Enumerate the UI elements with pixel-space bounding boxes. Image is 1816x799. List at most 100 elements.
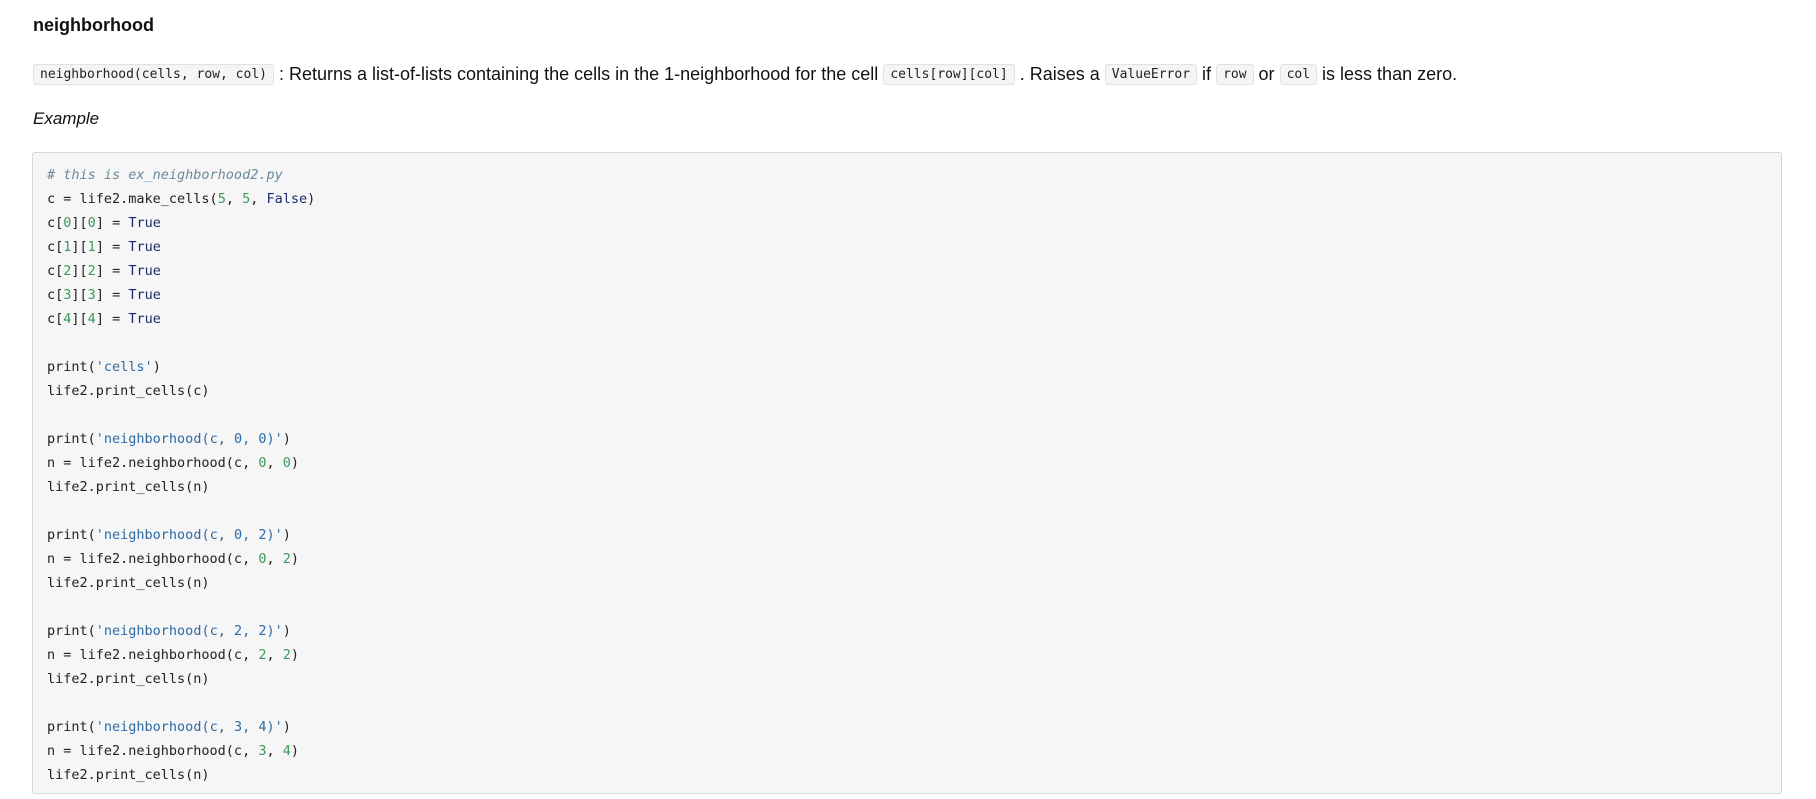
code-token: life2.print_cells(n) [47, 575, 210, 591]
code-lines: # this is ex_neighborhood2.pyc = life2.m… [47, 163, 315, 787]
code-token: ) [282, 719, 291, 735]
code-token: 5 [217, 191, 226, 207]
inline-code: ValueError [1104, 64, 1198, 85]
code-line: n = life2.neighborhood(c, 0, 0) [47, 451, 315, 475]
code-token: ) [290, 647, 300, 663]
code-token: n = life2.neighborhood(c, [47, 743, 259, 759]
code-token: ) [282, 623, 291, 639]
code-token: True [128, 239, 161, 255]
description-text: : Returns a list-of-lists containing the… [273, 64, 884, 84]
code-token: 'neighborhood(c, 0, 2)' [95, 527, 283, 543]
code-token: ) [282, 431, 291, 447]
code-line: # this is ex_neighborhood2.py [47, 163, 315, 187]
code-token: c[ [47, 263, 64, 279]
description-text: . Raises a [1014, 64, 1105, 84]
code-line: print('neighborhood(c, 2, 2)') [47, 619, 315, 643]
code-token: n = life2.neighborhood(c, [47, 551, 259, 567]
code-token: # this is ex_neighborhood2.py [47, 167, 283, 183]
code-line: life2.print_cells(c) [47, 379, 315, 403]
code-token: ][ [71, 263, 88, 279]
code-token: 'neighborhood(c, 2, 2)' [95, 623, 283, 639]
code-token: n = life2.neighborhood(c, [47, 455, 259, 471]
example-label: Example [33, 109, 100, 128]
code-token: 2 [87, 263, 96, 279]
code-token: life2.print_cells(n) [47, 671, 210, 687]
code-line: c[4][4] = True [47, 307, 315, 331]
inline-code: row [1216, 64, 1254, 85]
code-token: True [128, 311, 161, 327]
code-token: c[ [47, 215, 64, 231]
code-token: print( [47, 359, 96, 375]
code-token: 'neighborhood(c, 3, 4)' [95, 719, 283, 735]
code-line: n = life2.neighborhood(c, 0, 2) [47, 547, 315, 571]
code-token: 0 [282, 455, 291, 471]
code-token: 4 [282, 743, 291, 759]
code-token: 'cells' [95, 359, 153, 375]
code-line: life2.print_cells(n) [47, 475, 315, 499]
code-block[interactable]: # this is ex_neighborhood2.pyc = life2.m… [32, 152, 1782, 794]
description-text: if [1197, 64, 1217, 84]
code-line: print('neighborhood(c, 3, 4)') [47, 715, 315, 739]
code-token: life2.print_cells(n) [47, 767, 210, 783]
code-token: life2.print_cells(n) [47, 479, 210, 495]
inline-code: cells[row][col] [883, 64, 1015, 85]
code-token: print( [47, 431, 96, 447]
inline-code: neighborhood(cells, row, col) [33, 64, 274, 85]
code-token: 1 [87, 239, 96, 255]
code-token: 5 [242, 191, 251, 207]
code-token: ] = [95, 311, 129, 327]
code-token: True [128, 287, 161, 303]
code-token: , [266, 743, 283, 759]
code-token: 0 [87, 215, 96, 231]
code-token: ][ [71, 239, 88, 255]
code-token: c = life2.make_cells( [47, 191, 218, 207]
code-token: print( [47, 719, 96, 735]
code-token: ] = [95, 215, 129, 231]
code-line: c[0][0] = True [47, 211, 315, 235]
code-token: ) [152, 359, 161, 375]
code-token: , [250, 191, 267, 207]
code-token: 3 [87, 287, 96, 303]
code-token: ] = [95, 263, 129, 279]
code-token: , [225, 191, 243, 207]
code-token: life2.print_cells(c) [47, 383, 210, 399]
code-token: True [128, 263, 161, 279]
code-token: False [266, 191, 308, 207]
code-token: ][ [71, 215, 88, 231]
description-text: or [1253, 64, 1280, 84]
code-token: , [266, 647, 283, 663]
description-text: is less than zero. [1317, 64, 1458, 84]
code-line: print('cells') [47, 355, 315, 379]
code-token: ) [290, 551, 300, 567]
code-line: print('neighborhood(c, 0, 2)') [47, 523, 315, 547]
code-token: ) [290, 455, 300, 471]
code-token: , [266, 551, 283, 567]
code-line: n = life2.neighborhood(c, 3, 4) [47, 739, 315, 763]
code-token: c[ [47, 239, 64, 255]
code-line: life2.print_cells(n) [47, 571, 315, 595]
code-token: 'neighborhood(c, 0, 0)' [95, 431, 283, 447]
doc-page: neighborhood neighborhood(cells, row, co… [0, 0, 1816, 799]
code-line: life2.print_cells(n) [47, 763, 315, 787]
code-token: ) [282, 527, 291, 543]
code-token: 2 [282, 647, 291, 663]
function-description: neighborhood(cells, row, col) : Returns … [33, 60, 1457, 89]
code-token: n = life2.neighborhood(c, [47, 647, 259, 663]
code-token: ] = [95, 287, 129, 303]
code-token: ) [290, 743, 300, 759]
code-line: c[1][1] = True [47, 235, 315, 259]
code-token: True [128, 215, 161, 231]
code-token: ] = [95, 239, 129, 255]
inline-code: col [1279, 64, 1318, 85]
code-token: c[ [47, 311, 64, 327]
code-token: print( [47, 623, 96, 639]
code-line: c = life2.make_cells(5, 5, False) [47, 187, 315, 211]
code-line: c[2][2] = True [47, 259, 315, 283]
code-line: n = life2.neighborhood(c, 2, 2) [47, 643, 315, 667]
code-token: print( [47, 527, 96, 543]
